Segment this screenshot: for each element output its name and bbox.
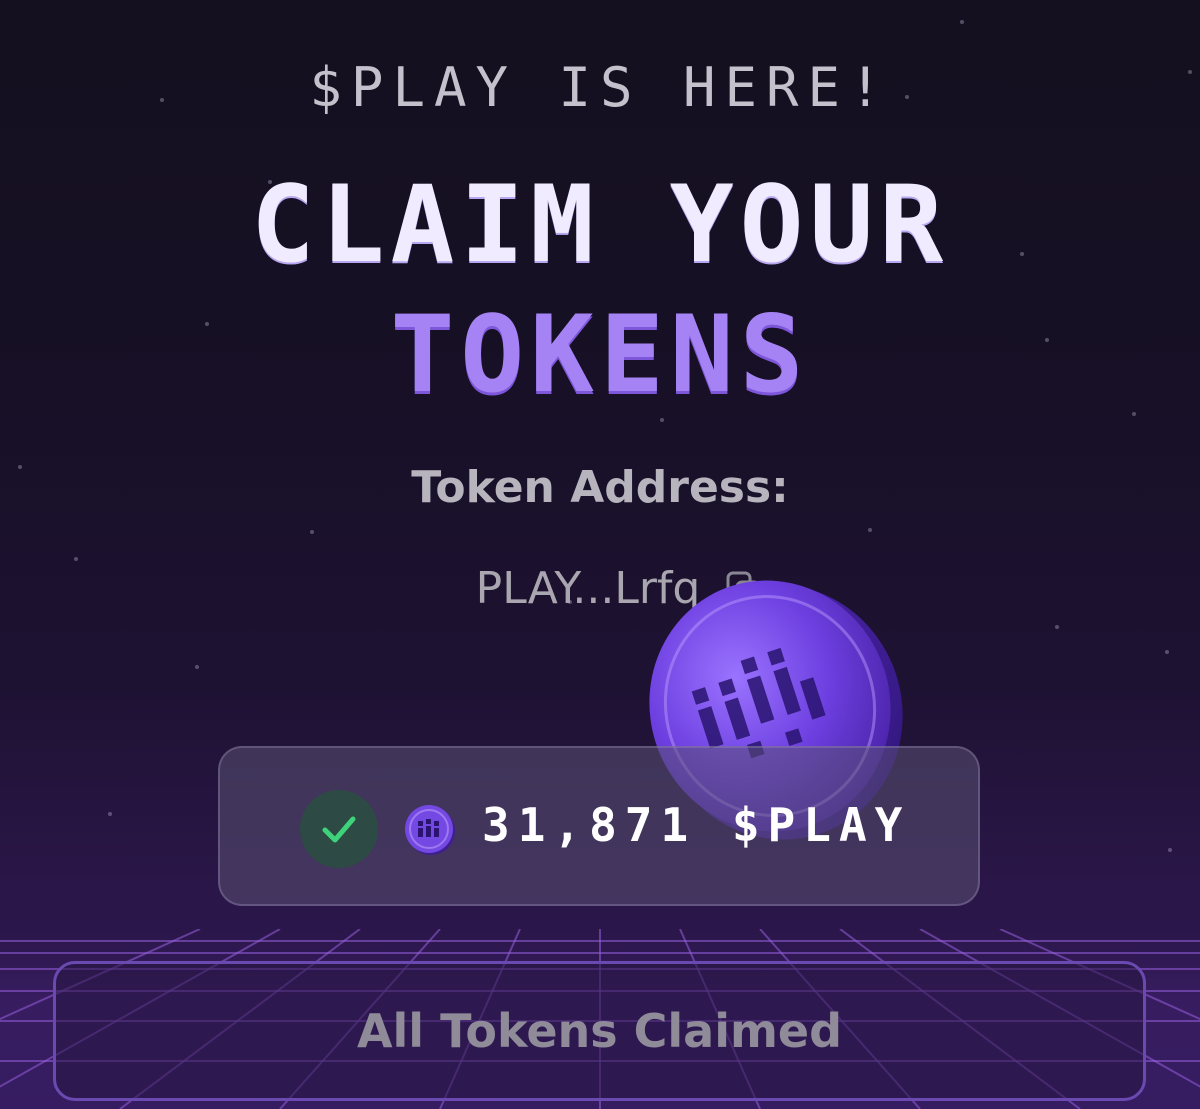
claimed-amount: 31,871 $PLAY [482, 798, 911, 852]
claimed-balance-card: 31,871 $PLAY [218, 746, 980, 906]
all-tokens-claimed-button[interactable]: All Tokens Claimed [53, 961, 1146, 1101]
play-coin-icon [404, 804, 456, 856]
token-address-label: Token Address: [411, 462, 789, 513]
eyebrow-heading: $PLAY IS HERE! [309, 56, 891, 119]
page-title-line-2: TOKENS [390, 293, 810, 416]
check-icon [300, 790, 378, 868]
token-address-row: PLAY...Lrfq [0, 563, 1200, 614]
page-title-line-1: CLAIM YOUR [250, 163, 950, 286]
